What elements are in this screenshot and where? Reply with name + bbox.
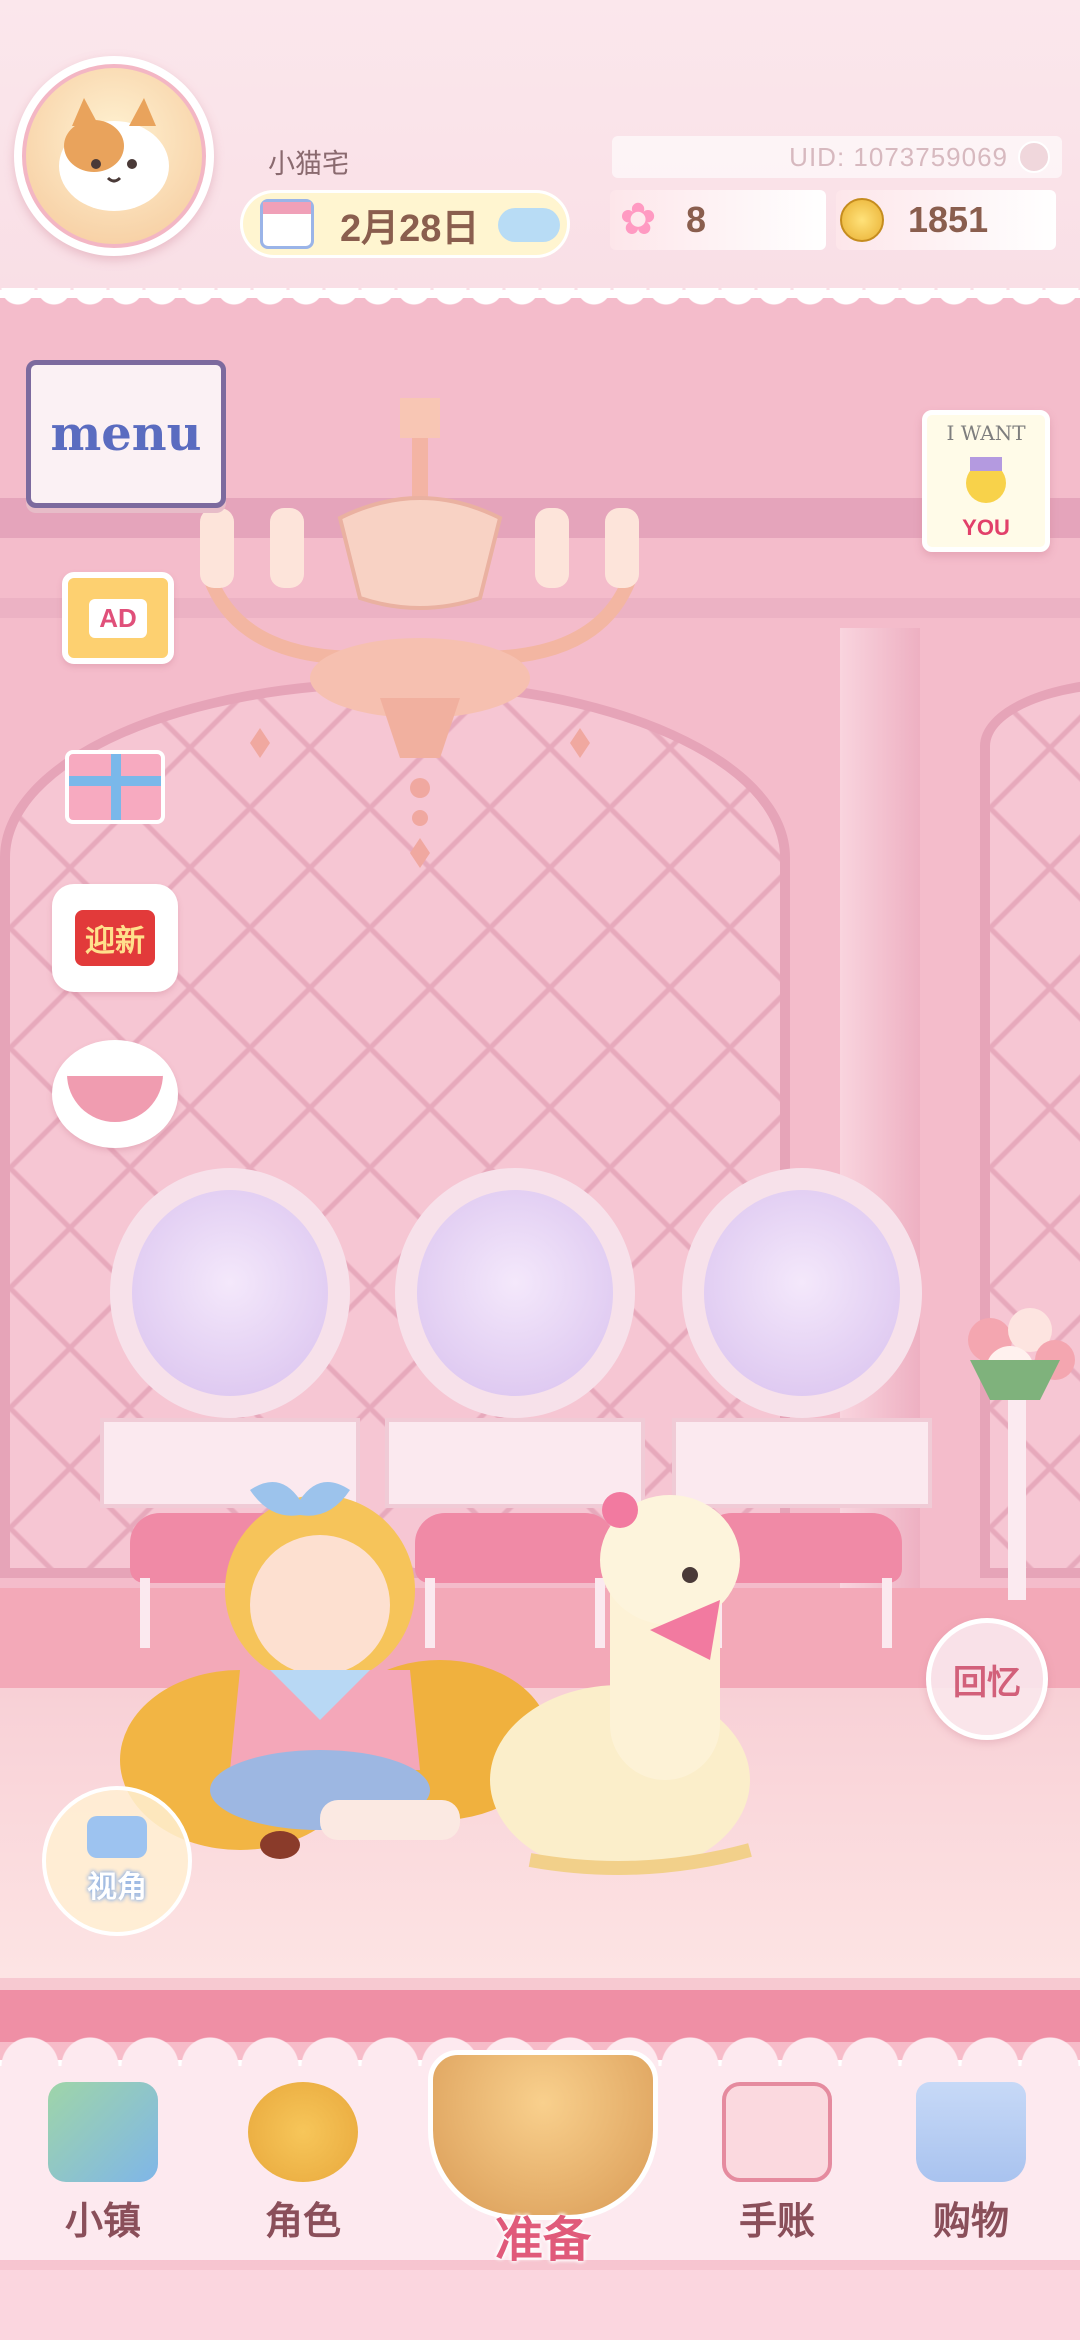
cat-avatar-icon bbox=[59, 98, 169, 211]
camera-view-button[interactable]: 视角 bbox=[42, 1786, 192, 1936]
rainbow-star-icon: ✿ bbox=[619, 195, 657, 244]
dumpling-bowl-icon bbox=[67, 1066, 163, 1122]
new-year-event-button[interactable]: 迎新 bbox=[52, 884, 178, 992]
star-currency[interactable]: ✿ 8 bbox=[610, 190, 826, 250]
nav-prepare[interactable]: 准备 bbox=[408, 2010, 678, 2270]
coin-icon bbox=[840, 198, 884, 242]
memory-button[interactable]: 回忆 bbox=[926, 1618, 1048, 1740]
chandelier bbox=[200, 398, 639, 868]
flower-vase bbox=[968, 1308, 1075, 1600]
recruit-bottom-text: YOU bbox=[962, 515, 1010, 540]
journal-icon bbox=[722, 2082, 832, 2182]
star-count: 8 bbox=[686, 199, 707, 240]
top-status-bar: 小猫宅 UID: 1073759069 2月28日 ✿ 8 1851 bbox=[0, 0, 1080, 316]
player-avatar[interactable] bbox=[14, 56, 214, 256]
game-scene: 小猫宅 UID: 1073759069 2月28日 ✿ 8 1851 menu … bbox=[0, 0, 1080, 2340]
vanity-mirror bbox=[110, 1168, 350, 1418]
gift-box-icon bbox=[65, 750, 165, 824]
town-map-icon bbox=[48, 2082, 158, 2182]
nav-shop[interactable]: 购物 bbox=[886, 2082, 1056, 2262]
menu-label: menu bbox=[50, 406, 202, 462]
nav-character[interactable]: 角色 bbox=[218, 2082, 388, 2262]
video-camera-icon bbox=[87, 1816, 147, 1858]
character-icon bbox=[248, 2082, 358, 2182]
new-year-label: 迎新 bbox=[75, 910, 155, 966]
nav-town[interactable]: 小镇 bbox=[18, 2082, 188, 2262]
player-name: 小猫宅 bbox=[268, 149, 349, 179]
nav-character-label: 角色 bbox=[264, 2199, 341, 2243]
ad-label: AD bbox=[89, 598, 147, 638]
nav-prepare-label: 准备 bbox=[494, 2212, 591, 2268]
recruit-top-text: I WANT bbox=[946, 421, 1026, 445]
cat-mascot-icon bbox=[966, 457, 1006, 503]
nav-town-label: 小镇 bbox=[64, 2199, 141, 2243]
bottom-navigation: 小镇 角色 准备 手账 购物 bbox=[0, 1990, 1080, 2340]
nav-shop-label: 购物 bbox=[932, 2199, 1009, 2243]
gift-button[interactable] bbox=[56, 736, 174, 838]
vanity-mirror bbox=[395, 1168, 635, 1418]
vanity-mirror bbox=[682, 1168, 922, 1418]
recruit-poster-button[interactable]: I WANT YOU bbox=[922, 410, 1050, 552]
memory-label: 回忆 bbox=[953, 1663, 1021, 1702]
avatar-portrait bbox=[22, 64, 206, 248]
alpaca-pet[interactable] bbox=[490, 1480, 790, 1890]
current-date: 2月28日 bbox=[340, 207, 480, 250]
uid-display: UID: 1073759069 bbox=[612, 136, 1062, 178]
bottom-strip bbox=[0, 2270, 1080, 2340]
cloud-weather-icon bbox=[498, 208, 560, 242]
date-pill[interactable]: 2月28日 bbox=[240, 190, 570, 258]
coin-currency[interactable]: 1851 bbox=[836, 190, 1056, 250]
shopping-bag-icon bbox=[916, 2082, 1026, 2182]
uid-text: UID: 1073759069 bbox=[789, 141, 1008, 172]
copy-uid-icon[interactable] bbox=[1018, 141, 1050, 173]
menu-book-button[interactable]: menu bbox=[26, 360, 226, 508]
ad-tv-button[interactable]: AD bbox=[62, 572, 174, 664]
dumpling-bowl-button[interactable] bbox=[52, 1040, 178, 1148]
calendar-icon bbox=[260, 199, 314, 249]
view-label: 视角 bbox=[87, 1871, 147, 1904]
coin-count: 1851 bbox=[908, 199, 989, 240]
nav-journal[interactable]: 手账 bbox=[692, 2082, 862, 2262]
nav-journal-label: 手账 bbox=[738, 2199, 815, 2243]
picnic-basket-icon bbox=[428, 2050, 658, 2220]
